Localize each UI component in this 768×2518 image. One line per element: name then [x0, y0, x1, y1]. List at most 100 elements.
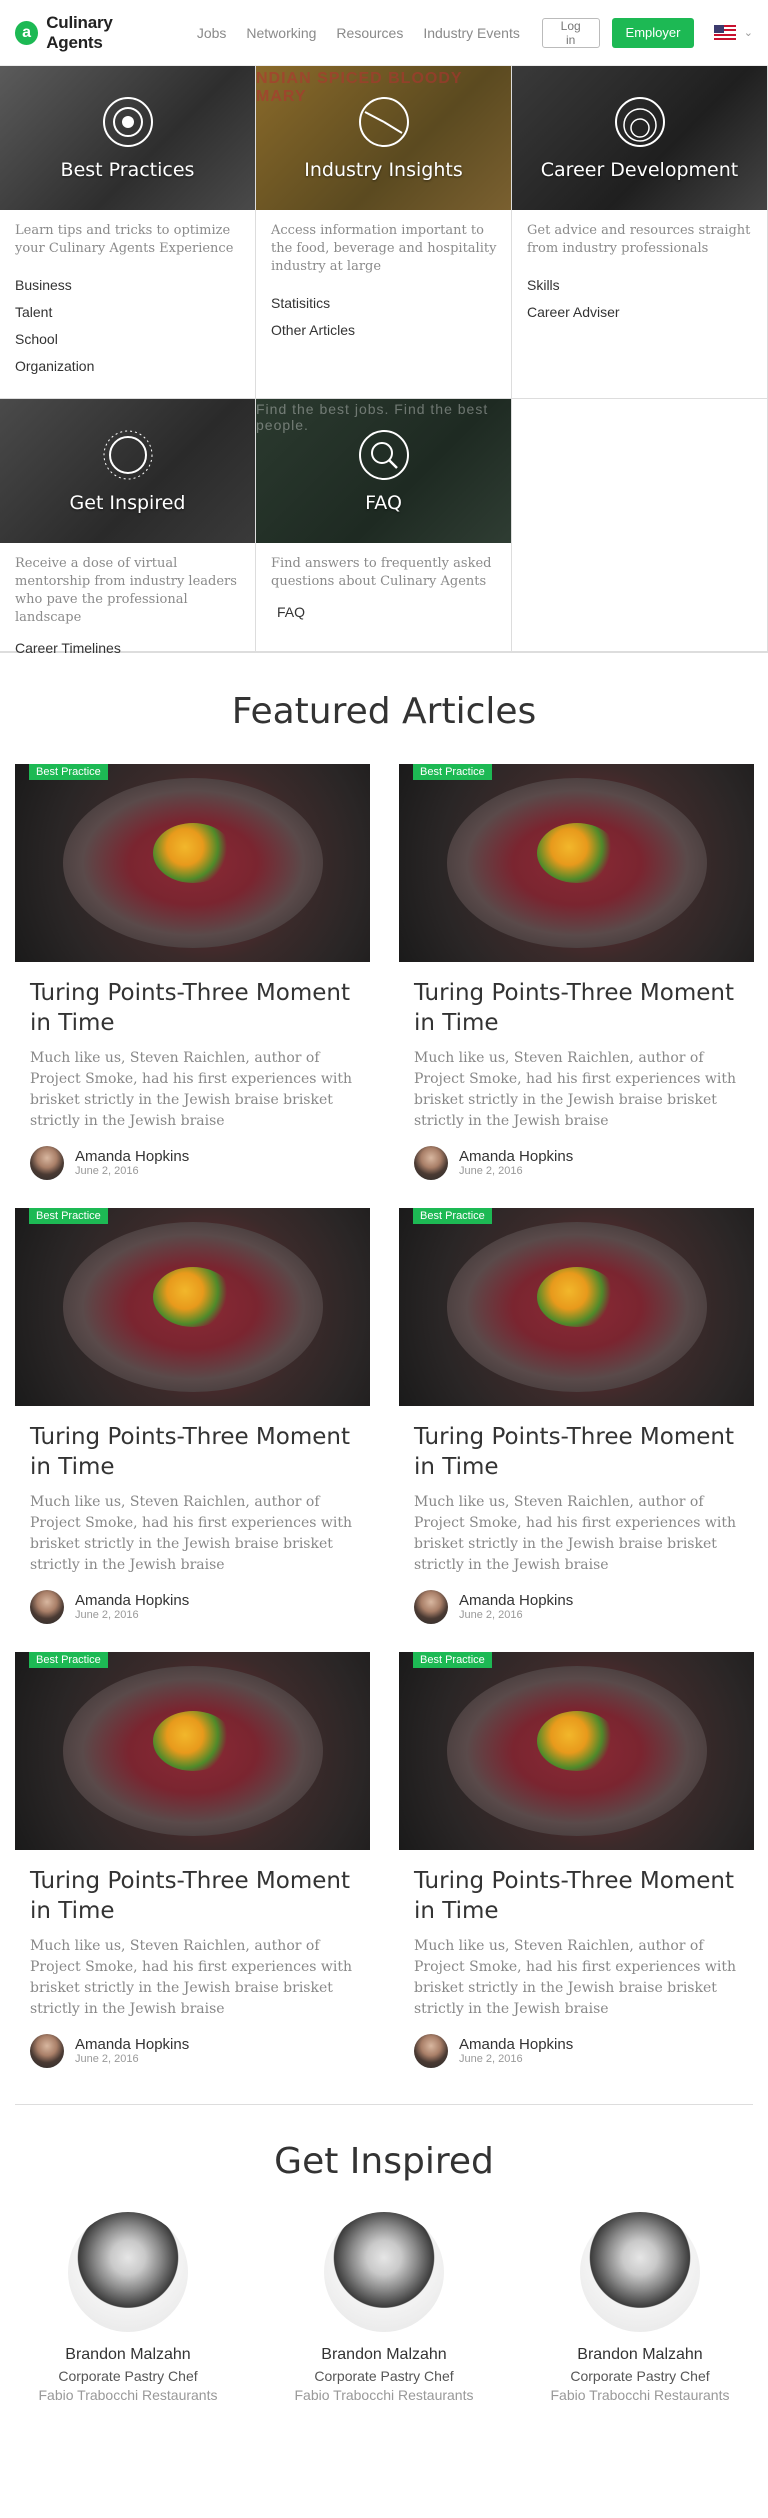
avatar — [30, 2034, 64, 2068]
article-excerpt: Much like us, Steven Raichlen, author of… — [30, 1050, 353, 1129]
us-flag-icon[interactable] — [714, 25, 736, 40]
category-career-development: Career Development Get advice and resour… — [512, 66, 768, 399]
article-author: Amanda Hopkins June 2, 2016 — [15, 1146, 370, 1180]
category-link[interactable]: School — [15, 326, 240, 353]
tile-background-text: Find the best jobs. Find the best people… — [256, 401, 489, 433]
category-badge: Best Practice — [29, 1208, 108, 1224]
category-tile[interactable]: Career Development — [512, 66, 767, 210]
category-link[interactable]: Statisitics — [271, 290, 496, 317]
category-link[interactable]: Skills — [527, 272, 752, 299]
article-excerpt: Much like us, Steven Raichlen, author of… — [30, 1494, 353, 1573]
nav-jobs[interactable]: Jobs — [197, 25, 227, 41]
category-grid: Best Practices Learn tips and tricks to … — [0, 66, 768, 656]
category-description: Find answers to frequently asked questio… — [271, 556, 492, 589]
category-description: Access information important to the food… — [271, 223, 497, 274]
avatar — [414, 1590, 448, 1624]
category-links: FAQ — [256, 591, 511, 626]
person-org: Fabio Trabocchi Restaurants — [38, 2387, 218, 2403]
category-title: Industry Insights — [304, 159, 463, 181]
article-author: Amanda Hopkins June 2, 2016 — [15, 2034, 370, 2068]
category-industry-insights: NDIAN SPICED BLOODY MARY Industry Insigh… — [256, 66, 512, 399]
article-title[interactable]: Turing Points-Three Moment in Time — [15, 1866, 370, 1926]
article-card[interactable]: Best Practice Turing Points-Three Moment… — [399, 1208, 754, 1652]
person-photo[interactable] — [324, 2212, 444, 2332]
person-name[interactable]: Brandon Malzahn — [0, 2346, 256, 2364]
article-date: June 2, 2016 — [75, 1165, 139, 1177]
article-card[interactable]: Best Practice Turing Points-Three Moment… — [15, 764, 370, 1208]
author-name[interactable]: Amanda Hopkins — [459, 1148, 573, 1165]
article-author: Amanda Hopkins June 2, 2016 — [399, 2034, 754, 2068]
category-link[interactable]: Talent — [15, 299, 240, 326]
logo-icon: a — [15, 20, 39, 45]
author-name[interactable]: Amanda Hopkins — [459, 1592, 573, 1609]
top-nav-bar: a Culinary Agents Jobs Networking Resour… — [0, 0, 768, 66]
category-link[interactable]: Business — [15, 272, 240, 299]
employer-button[interactable]: Employer — [611, 17, 695, 48]
article-image[interactable]: Best Practice — [15, 764, 370, 962]
article-title[interactable]: Turing Points-Three Moment in Time — [399, 1866, 754, 1926]
tile-background-text: NDIAN SPICED BLOODY MARY — [256, 70, 463, 105]
author-name[interactable]: Amanda Hopkins — [75, 2036, 189, 2053]
article-title[interactable]: Turing Points-Three Moment in Time — [15, 978, 370, 1038]
article-title[interactable]: Turing Points-Three Moment in Time — [399, 978, 754, 1038]
section-divider — [15, 2104, 753, 2105]
person-name[interactable]: Brandon Malzahn — [512, 2346, 768, 2364]
logo[interactable]: a Culinary Agents — [15, 13, 169, 53]
category-badge: Best Practice — [413, 1652, 492, 1668]
article-date: June 2, 2016 — [75, 2053, 139, 2065]
avatar — [30, 1590, 64, 1624]
article-title[interactable]: Turing Points-Three Moment in Time — [399, 1422, 754, 1482]
author-name[interactable]: Amanda Hopkins — [75, 1592, 189, 1609]
article-card[interactable]: Best Practice Turing Points-Three Moment… — [15, 1652, 370, 2096]
person-role: Corporate Pastry Chef — [58, 2368, 198, 2384]
article-image[interactable]: Best Practice — [15, 1208, 370, 1406]
category-link[interactable]: FAQ — [277, 599, 496, 626]
nav-industry-events[interactable]: Industry Events — [423, 25, 520, 41]
author-name[interactable]: Amanda Hopkins — [459, 2036, 573, 2053]
target-icon — [102, 97, 153, 147]
login-button[interactable]: Log in — [541, 17, 600, 48]
category-title: Get Inspired — [69, 492, 186, 514]
category-best-practices: Best Practices Learn tips and tricks to … — [0, 66, 256, 399]
person-org: Fabio Trabocchi Restaurants — [550, 2387, 730, 2403]
article-excerpt: Much like us, Steven Raichlen, author of… — [414, 1494, 737, 1573]
category-link[interactable]: Career Timelines — [15, 635, 240, 662]
article-image[interactable]: Best Practice — [399, 764, 754, 962]
category-tile[interactable]: Find the best jobs. Find the best people… — [256, 399, 511, 543]
chevron-down-icon[interactable]: ⌄ — [744, 26, 753, 39]
avatar — [414, 2034, 448, 2068]
category-tile[interactable]: NDIAN SPICED BLOODY MARY Industry Insigh… — [256, 66, 511, 210]
person-name[interactable]: Brandon Malzahn — [256, 2346, 512, 2364]
article-title[interactable]: Turing Points-Three Moment in Time — [15, 1422, 370, 1482]
nav-networking[interactable]: Networking — [246, 25, 316, 41]
person-org: Fabio Trabocchi Restaurants — [294, 2387, 474, 2403]
category-link[interactable]: Other Articles — [271, 317, 496, 344]
article-image[interactable]: Best Practice — [399, 1652, 754, 1850]
person-card[interactable]: Brandon Malzahn Corporate Pastry Chef Fa… — [256, 2212, 512, 2403]
person-card[interactable]: Brandon Malzahn Corporate Pastry Chef Fa… — [512, 2212, 768, 2403]
category-badge: Best Practice — [29, 1652, 108, 1668]
person-photo[interactable] — [580, 2212, 700, 2332]
article-card[interactable]: Best Practice Turing Points-Three Moment… — [399, 1652, 754, 2096]
article-date: June 2, 2016 — [459, 1165, 523, 1177]
person-role: Corporate Pastry Chef — [314, 2368, 454, 2384]
article-date: June 2, 2016 — [459, 1609, 523, 1621]
category-tile[interactable]: Get Inspired — [0, 399, 255, 543]
category-description: Receive a dose of virtual mentorship fro… — [15, 556, 237, 625]
author-name[interactable]: Amanda Hopkins — [75, 1148, 189, 1165]
category-tile[interactable]: Best Practices — [0, 66, 255, 210]
article-image[interactable]: Best Practice — [15, 1652, 370, 1850]
article-image[interactable]: Best Practice — [399, 1208, 754, 1406]
person-photo[interactable] — [68, 2212, 188, 2332]
article-card[interactable]: Best Practice Turing Points-Three Moment… — [399, 764, 754, 1208]
article-card[interactable]: Best Practice Turing Points-Three Moment… — [15, 1208, 370, 1652]
category-description: Get advice and resources straight from i… — [527, 223, 751, 256]
featured-articles-title: Featured Articles — [231, 691, 537, 732]
category-badge: Best Practice — [413, 1208, 492, 1224]
person-card[interactable]: Brandon Malzahn Corporate Pastry Chef Fa… — [0, 2212, 256, 2403]
nav-resources[interactable]: Resources — [336, 25, 403, 41]
category-link[interactable]: Organization — [15, 353, 240, 380]
category-link[interactable]: Career Adviser — [527, 299, 752, 326]
category-badge: Best Practice — [413, 764, 492, 780]
article-date: June 2, 2016 — [75, 1609, 139, 1621]
